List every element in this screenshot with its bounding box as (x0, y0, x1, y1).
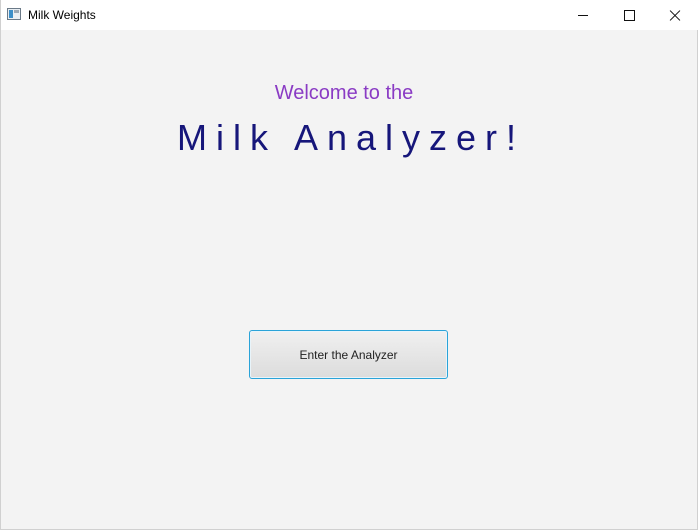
page-title: Milk Analyzer! (176, 117, 526, 158)
close-icon (669, 9, 681, 21)
enter-analyzer-button[interactable]: Enter the Analyzer (249, 330, 448, 379)
title-bar[interactable]: Milk Weights (1, 0, 698, 30)
app-icon (7, 8, 21, 20)
maximize-icon (623, 9, 635, 21)
app-window: Milk Weights Welcome to the Milk Analyze… (0, 0, 698, 530)
close-button[interactable] (652, 0, 698, 30)
welcome-text: Welcome to the (274, 82, 414, 104)
minimize-button[interactable] (560, 0, 606, 30)
window-title: Milk Weights (28, 8, 96, 22)
maximize-button[interactable] (606, 0, 652, 30)
minimize-icon (578, 14, 588, 16)
